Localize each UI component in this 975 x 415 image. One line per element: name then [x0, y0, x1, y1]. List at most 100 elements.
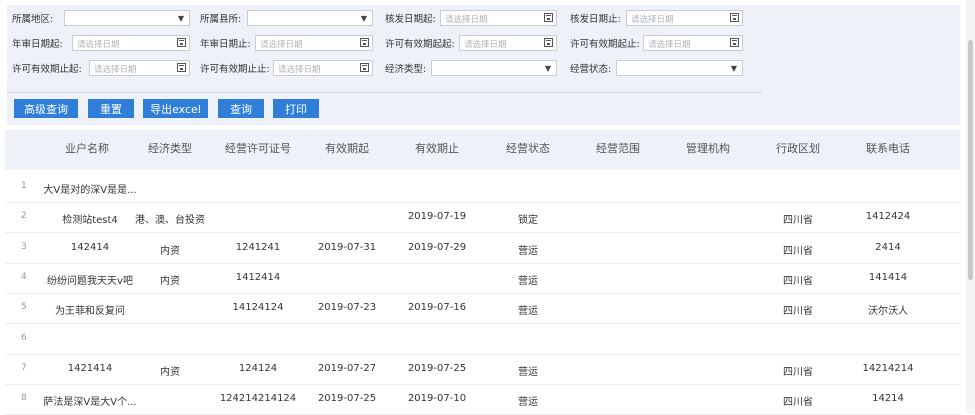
reset-button[interactable]: 重置	[88, 99, 134, 118]
valid-to-start-label: 许可有效期止起:	[12, 64, 82, 75]
table-row[interactable]: 5 为王菲和反复问 14124124 2019-07-23 2019-07-16 营运 四川…	[5, 293, 960, 325]
table-row[interactable]: 1 大V是对的深V是是...	[5, 172, 960, 203]
econ-type-select[interactable]: ▼	[431, 60, 557, 76]
chevron-down-icon: ▼	[544, 64, 551, 73]
valid-to-end-label: 许可有效期止止:	[200, 64, 270, 75]
column-header[interactable]: 经营范围	[588, 140, 648, 156]
table-cell-end: 2019-07-25	[407, 362, 467, 374]
export-excel-button[interactable]: 导出excel	[143, 99, 208, 118]
placeholder: 请选择日期	[445, 15, 488, 25]
table-cell-area: 四川省	[783, 215, 813, 227]
column-header[interactable]: 经营状态	[498, 140, 558, 156]
scrollbar-thumb[interactable]	[968, 40, 973, 280]
placeholder: 请选择日期	[94, 65, 137, 75]
chevron-down-icon: ▼	[360, 14, 367, 23]
advanced-query-button[interactable]: 高级查询	[14, 99, 78, 118]
region-select[interactable]: ▼	[64, 10, 190, 26]
table-cell-start: 2019-07-31	[317, 241, 377, 253]
column-header[interactable]: 有效期止	[407, 140, 467, 156]
table-row[interactable]: 8 萨法是深V是大V个... 124214214124 2019-07-25 2019-…	[5, 384, 960, 415]
table-cell-license: 124214214124	[219, 393, 297, 405]
table-cell-end: 2019-07-10	[407, 393, 467, 405]
table-row[interactable]: 3 142414 内资 1241241 2019-07-31 2019-07-29 营运 四川…	[5, 233, 960, 264]
print-button[interactable]: 打印	[273, 99, 319, 118]
region-label: 所属地区:	[12, 14, 54, 25]
table-cell-status: 营运	[518, 245, 538, 257]
table-cell-type: 内资	[160, 245, 180, 257]
status-select[interactable]: ▼	[616, 60, 743, 76]
column-header[interactable]: 行政区划	[768, 140, 828, 156]
calendar-icon[interactable]	[730, 38, 739, 47]
county-select[interactable]: ▼	[247, 10, 373, 26]
review-start-label: 年审日期起:	[12, 39, 63, 50]
placeholder: 请选择日期	[631, 15, 674, 25]
table-cell-name: 1421414	[67, 362, 113, 374]
table-row[interactable]: 4 纷纷问题我天天v吧 内资 1412414 营运 四川省 141414	[5, 263, 960, 294]
calendar-icon[interactable]	[544, 13, 553, 22]
table-cell-phone: 沃尔沃人	[868, 306, 908, 318]
filter-panel: 所属地区: ▼ 所属县所: ▼ 核发日期起: 请选择日期 核发日期止: 请选择日…	[7, 5, 960, 125]
review-start-date-input[interactable]: 请选择日期	[72, 35, 190, 51]
review-end-date-input[interactable]: 请选择日期	[255, 35, 373, 51]
table-cell-area: 四川省	[783, 397, 813, 409]
table-cell-area: 四川省	[783, 366, 813, 378]
calendar-icon[interactable]	[177, 38, 186, 47]
query-button[interactable]: 查询	[218, 99, 264, 118]
calendar-icon[interactable]	[177, 63, 186, 72]
calendar-icon[interactable]	[730, 13, 739, 22]
table-cell-start: 2019-07-27	[317, 362, 377, 374]
review-end-label: 年审日期止:	[200, 39, 251, 50]
table-cell-type: 内资	[160, 366, 180, 378]
table-row[interactable]: 6	[5, 324, 960, 355]
table-cell-phone: 2414	[875, 241, 901, 253]
column-header[interactable]: 管理机构	[678, 140, 738, 156]
column-header[interactable]: 经营许可证号	[218, 140, 298, 156]
table-cell-area: 四川省	[783, 245, 813, 257]
status-label: 经营状态:	[570, 64, 612, 75]
table-cell-area: 四川省	[783, 275, 813, 287]
table-row[interactable]: 2 检测站test4 港、澳、台投资 2019-07-19 锁定 四川省 1412424	[5, 202, 960, 234]
table-cell-status: 营运	[518, 275, 538, 287]
valid-from-start-date-input[interactable]: 请选择日期	[459, 35, 557, 51]
valid-to-start-date-input[interactable]: 请选择日期	[89, 60, 190, 76]
table-cell-name: 大V是对的深V是是...	[43, 185, 137, 196]
table-cell-license: 124124	[238, 362, 278, 374]
divider	[7, 92, 762, 93]
column-header[interactable]: 联系电话	[858, 140, 918, 156]
column-header[interactable]: 业户名称	[57, 140, 117, 156]
calendar-icon[interactable]	[544, 38, 553, 47]
table-cell-phone: 1412424	[865, 211, 911, 223]
calendar-icon[interactable]	[360, 38, 369, 47]
placeholder: 请选择日期	[260, 40, 303, 50]
table-cell-area: 四川省	[783, 306, 813, 318]
county-label: 所属县所:	[200, 14, 242, 25]
valid-to-end-date-input[interactable]: 请选择日期	[273, 60, 373, 76]
table-cell-status: 营运	[518, 306, 538, 318]
issue-start-label: 核发日期起:	[385, 14, 436, 25]
table-cell-license: 1412414	[235, 271, 281, 283]
table-cell-phone: 14214	[872, 393, 904, 405]
placeholder: 请选择日期	[464, 40, 507, 50]
table-cell-phone: 14214214	[862, 362, 914, 374]
issue-end-date-input[interactable]: 请选择日期	[626, 10, 743, 26]
table-cell-name: 为王菲和反复问	[55, 306, 125, 318]
table-cell-start: 2019-07-25	[317, 393, 377, 405]
valid-from-end-label: 许可有效期起止:	[570, 39, 640, 50]
table-row[interactable]: 7 1421414 内资 124124 2019-07-27 2019-07-25 营运 四川…	[5, 354, 960, 385]
table-cell-status: 营运	[518, 366, 538, 378]
issue-start-date-input[interactable]: 请选择日期	[440, 10, 557, 26]
table-cell-license: 1241241	[235, 241, 281, 253]
row-number: 8	[21, 393, 27, 404]
valid-from-end-date-input[interactable]: 请选择日期	[643, 35, 743, 51]
row-number: 1	[21, 181, 27, 191]
issue-end-label: 核发日期止:	[570, 14, 621, 25]
table-cell-start: 2019-07-23	[317, 302, 377, 314]
table-cell-name: 142414	[70, 241, 110, 253]
column-header[interactable]: 有效期起	[317, 140, 377, 156]
row-number: 5	[21, 302, 27, 313]
calendar-icon[interactable]	[360, 63, 369, 72]
placeholder: 请选择日期	[648, 40, 691, 50]
column-header[interactable]: 经济类型	[140, 140, 200, 156]
placeholder: 请选择日期	[278, 65, 321, 75]
valid-from-start-label: 许可有效期起起:	[385, 39, 455, 50]
